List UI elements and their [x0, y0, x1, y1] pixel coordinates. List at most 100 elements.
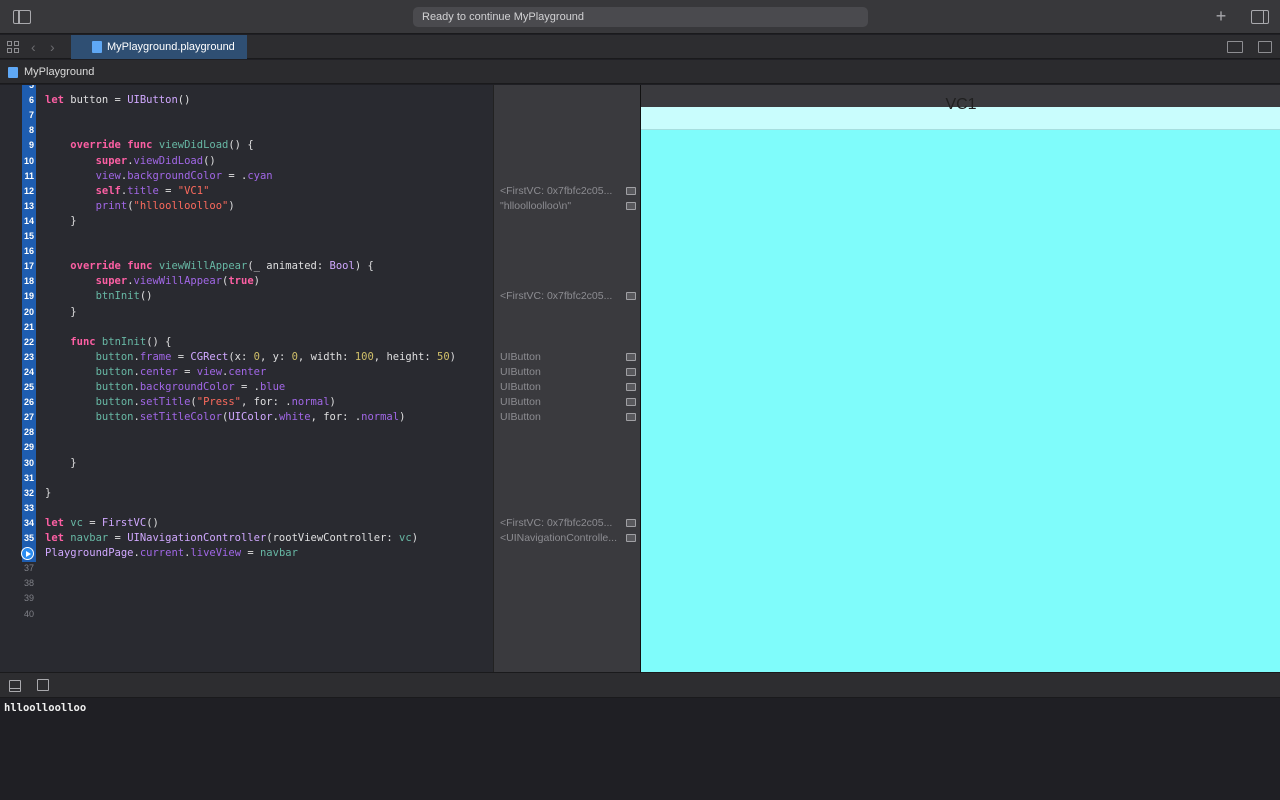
code-line[interactable]: 28: [0, 425, 493, 440]
code-line[interactable]: 14 }: [0, 214, 493, 229]
result-item[interactable]: UIButton: [500, 350, 638, 365]
code-line[interactable]: 31: [0, 471, 493, 486]
add-editor-icon[interactable]: [1258, 41, 1272, 53]
code-text: super.viewDidLoad(): [95, 154, 216, 167]
run-to-line-icon[interactable]: [21, 547, 34, 561]
code-line[interactable]: 11 view.backgroundColor = .cyan: [0, 169, 493, 184]
code-line[interactable]: 22 func btnInit() {: [0, 335, 493, 350]
console-output: hlloolloolloo: [4, 702, 87, 714]
code-line[interactable]: 39: [0, 591, 493, 606]
result-item[interactable]: <FirstVC: 0x7fbfc2c05...: [500, 289, 638, 304]
code-text: }: [45, 305, 77, 318]
navigator-toggle-icon[interactable]: [13, 10, 31, 24]
result-item[interactable]: "hlloolloolloo\n": [500, 199, 638, 214]
code-line[interactable]: 34 let vc = FirstVC(): [0, 516, 493, 531]
code-line[interactable]: 15: [0, 229, 493, 244]
quick-look-icon[interactable]: [626, 352, 636, 361]
line-number: 39: [23, 593, 34, 604]
line-number: 23: [23, 351, 34, 362]
code-text: }: [45, 486, 52, 499]
inspector-toggle-icon[interactable]: [1251, 10, 1269, 24]
code-line[interactable]: 24 button.center = view.center: [0, 365, 493, 380]
quick-look-icon[interactable]: [626, 518, 636, 527]
code-line[interactable]: 18 super.viewWillAppear(true): [0, 274, 493, 289]
tab-label: MyPlayground.playground: [107, 41, 235, 53]
result-value: "hlloolloolloo\n": [500, 199, 572, 212]
code-text: let vc = FirstVC(): [45, 516, 159, 529]
code-line[interactable]: 37: [0, 561, 493, 576]
result-item[interactable]: UIButton: [500, 365, 638, 380]
code-text: }: [45, 214, 77, 227]
code-line[interactable]: 7: [0, 108, 493, 123]
back-button[interactable]: ‹: [31, 38, 36, 56]
library-add-button[interactable]: +: [1212, 6, 1230, 26]
code-line[interactable]: 16: [0, 244, 493, 259]
result-item[interactable]: UIButton: [500, 395, 638, 410]
code-text: override func viewDidLoad() {: [70, 139, 254, 152]
result-value: <UINavigationControlle...: [500, 532, 618, 544]
playground-file-icon: [8, 67, 18, 78]
tab-playground[interactable]: MyPlayground.playground: [71, 35, 247, 59]
quick-look-icon[interactable]: [626, 398, 636, 407]
result-value: <FirstVC: 0x7fbfc2c05...: [500, 184, 613, 197]
code-line[interactable]: 21: [0, 320, 493, 335]
code-line[interactable]: 13 print("hlloolloolloo"): [0, 199, 493, 214]
code-text: let navbar = UINavigationController(root…: [45, 532, 419, 544]
code-line[interactable]: 19 btnInit(): [0, 289, 493, 304]
quick-look-icon[interactable]: [626, 186, 636, 195]
source-editor[interactable]: 5 6 let button = UIButton() 7 8 9 override fu…: [0, 85, 493, 672]
code-line[interactable]: 29: [0, 440, 493, 455]
code-line[interactable]: 5: [0, 85, 493, 93]
line-number: 18: [23, 276, 34, 287]
code-line[interactable]: 20 }: [0, 305, 493, 320]
quick-look-icon[interactable]: [626, 383, 636, 391]
code-line[interactable]: 26 button.setTitle("Press", for: .normal…: [0, 395, 493, 410]
code-line[interactable]: 10 super.viewDidLoad(): [0, 154, 493, 169]
code-line[interactable]: 35 let navbar = UINavigationController(ro…: [0, 531, 493, 546]
results-sidebar: <FirstVC: 0x7fbfc2c05... "hlloolloolloo\n…: [493, 85, 640, 672]
result-value: UIButton: [500, 381, 541, 393]
code-line[interactable]: 6 let button = UIButton(): [0, 93, 493, 108]
quick-look-icon[interactable]: [626, 201, 636, 210]
forward-button[interactable]: ›: [50, 38, 55, 56]
quick-look-icon[interactable]: [626, 292, 636, 301]
hide-debug-area-icon[interactable]: [9, 680, 21, 692]
result-item[interactable]: <FirstVC: 0x7fbfc2c05...: [500, 184, 638, 199]
code-line[interactable]: 38: [0, 576, 493, 591]
editor-options-icon[interactable]: [1227, 41, 1243, 53]
code-line[interactable]: 27 button.setTitleColor(UIColor.white, f…: [0, 410, 493, 425]
code-line[interactable]: 12 self.title = "VC1": [0, 184, 493, 199]
code-line[interactable]: 36PlaygroundPage.current.liveView = navb…: [0, 546, 493, 561]
line-number: 26: [23, 397, 34, 408]
console[interactable]: hlloolloolloo: [0, 699, 1280, 800]
result-item[interactable]: <UINavigationControlle...: [500, 531, 638, 546]
line-number: 9: [28, 140, 34, 151]
jump-bar-item[interactable]: MyPlayground: [24, 60, 94, 84]
code-line[interactable]: 8: [0, 123, 493, 138]
code-line[interactable]: 40: [0, 607, 493, 622]
code-line[interactable]: 17 override func viewWillAppear(_ animat…: [0, 259, 493, 274]
live-view[interactable]: VC1: [640, 85, 1280, 672]
line-number: 8: [28, 125, 34, 136]
code-line[interactable]: 9 override func viewDidLoad() {: [0, 138, 493, 153]
result-item[interactable]: UIButton: [500, 410, 638, 425]
stop-icon[interactable]: [37, 679, 49, 691]
quick-look-icon[interactable]: [626, 413, 636, 422]
quick-look-icon[interactable]: [626, 534, 636, 542]
code-line[interactable]: 33: [0, 501, 493, 516]
line-number: 14: [23, 215, 34, 226]
code-line[interactable]: 32}: [0, 486, 493, 501]
result-item[interactable]: <FirstVC: 0x7fbfc2c05...: [500, 516, 638, 531]
line-number: 33: [23, 502, 34, 513]
related-items-icon[interactable]: [7, 41, 19, 53]
line-number: 30: [23, 457, 34, 468]
code-line[interactable]: 30 }: [0, 456, 493, 471]
result-item[interactable]: UIButton: [500, 380, 638, 395]
line-number: 35: [23, 533, 34, 543]
line-number: 7: [28, 110, 34, 121]
quick-look-icon[interactable]: [626, 367, 636, 376]
code-text: PlaygroundPage.current.liveView = navbar: [45, 547, 298, 560]
code-line[interactable]: 23 button.frame = CGRect(x: 0, y: 0, wid…: [0, 350, 493, 365]
code-line[interactable]: 25 button.backgroundColor = .blue: [0, 380, 493, 395]
code-text: }: [45, 456, 77, 469]
